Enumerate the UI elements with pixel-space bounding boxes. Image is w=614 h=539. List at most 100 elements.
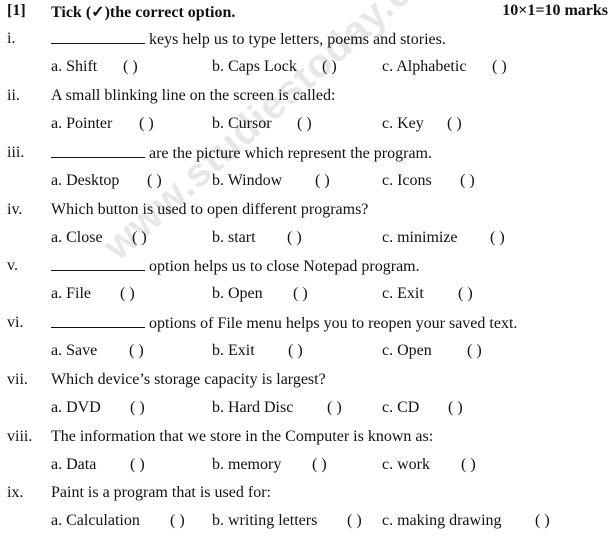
tick-box[interactable]: ( )	[170, 512, 185, 530]
option-label: b. writing letters	[212, 512, 318, 529]
question-text: option helps us to close Notepad program…	[51, 257, 420, 276]
question-text-content: options of File menu helps you to reopen…	[149, 315, 518, 332]
tick-box[interactable]: ( )	[312, 456, 327, 474]
option-label: c. Open	[382, 342, 432, 359]
options-row: a. File ( ) b. Open ( ) c. Exit ( )	[0, 285, 614, 307]
tick-box[interactable]: ( )	[288, 342, 303, 360]
option-label: b. Caps Lock	[212, 58, 297, 75]
options-row: a. Save ( ) b. Exit ( ) c. Open ( )	[0, 342, 614, 364]
tick-box[interactable]: ( )	[132, 229, 147, 247]
tick-box[interactable]: ( )	[287, 229, 302, 247]
tick-box[interactable]: ( )	[129, 342, 144, 360]
question-number: ii.	[7, 87, 20, 104]
question-text-content: option helps us to close Notepad program…	[149, 258, 420, 275]
option-label: b. Window	[212, 172, 283, 189]
tick-box[interactable]: ( )	[297, 115, 312, 133]
question-text-content: Which device’s storage capacity is large…	[51, 371, 326, 388]
question-text: A small blinking line on the screen is c…	[51, 87, 335, 105]
option-label: c. Icons	[382, 172, 432, 189]
options-row: a. Pointer ( ) b. Cursor ( ) c. Key ( )	[0, 115, 614, 137]
question-number: v.	[7, 257, 18, 274]
tick-box[interactable]: ( )	[293, 285, 308, 303]
option-label: b. Cursor	[212, 115, 272, 132]
options-row: a. Calculation ( ) b. writing letters ( ) c.…	[0, 512, 614, 534]
option-label: c. minimize	[382, 229, 458, 246]
option-label: c. Key	[382, 115, 424, 132]
tick-box[interactable]: ( )	[147, 172, 162, 190]
option-label: a. DVD	[51, 399, 101, 416]
answer-blank[interactable]	[51, 257, 145, 271]
tick-box[interactable]: ( )	[448, 399, 463, 417]
tick-box[interactable]: ( )	[139, 115, 154, 133]
option-label: b. start	[212, 229, 256, 246]
option-label: a. Data	[51, 456, 97, 473]
tick-box[interactable]: ( )	[461, 456, 476, 474]
option-label: c. work	[382, 456, 430, 473]
section-marks: 10×1=10 marks	[502, 2, 608, 19]
answer-blank[interactable]	[51, 144, 145, 158]
option-label: c. Alphabetic	[382, 58, 467, 75]
option-label: c. Exit	[382, 285, 424, 302]
option-label: c. making drawing	[382, 512, 502, 529]
question-row: i. keys help us to type letters, poems an…	[0, 30, 614, 52]
option-label: b. Hard Disc	[212, 399, 294, 416]
question-text-content: keys help us to type letters, poems and …	[149, 31, 446, 48]
question-text: Which button is used to open different p…	[51, 201, 368, 219]
tick-box[interactable]: ( )	[347, 512, 362, 530]
question-number: vii.	[7, 371, 28, 388]
option-label: a. Close	[51, 229, 103, 246]
question-number: i.	[7, 30, 16, 47]
answer-blank[interactable]	[51, 30, 145, 44]
tick-box[interactable]: ( )	[467, 342, 482, 360]
tick-box[interactable]: ( )	[120, 285, 135, 303]
question-text: keys help us to type letters, poems and …	[51, 30, 446, 49]
options-row: a. Desktop ( ) b. Window ( ) c. Icons ( )	[0, 172, 614, 194]
question-row: iv. Which button is used to open differen…	[0, 201, 614, 223]
option-label: a. Pointer	[51, 115, 113, 132]
question-text-content: are the picture which represent the prog…	[149, 145, 432, 162]
options-row: a. Shift ( ) b. Caps Lock ( ) c. Alphabetic (…	[0, 58, 614, 80]
question-text-content: The information that we store in the Com…	[51, 428, 434, 445]
option-label: c. CD	[382, 399, 420, 416]
option-label: a. Shift	[51, 58, 98, 75]
option-label: b. Open	[212, 285, 263, 302]
question-row: vi. options of File menu helps you to reo…	[0, 314, 614, 336]
question-row: vii. Which device’s storage capacity is l…	[0, 371, 614, 393]
question-row: iii. are the picture which represent the …	[0, 144, 614, 166]
question-number: iv.	[7, 201, 23, 218]
option-label: b. memory	[212, 456, 282, 473]
question-row: v. option helps us to close Notepad progr…	[0, 257, 614, 279]
options-row: a. Close ( ) b. start ( ) c. minimize ( )	[0, 229, 614, 251]
answer-blank[interactable]	[51, 314, 145, 328]
tick-box[interactable]: ( )	[490, 229, 505, 247]
tick-box[interactable]: ( )	[123, 58, 138, 76]
question-row: ix. Paint is a program that is used for:	[0, 484, 614, 506]
tick-box[interactable]: ( )	[447, 115, 462, 133]
option-label: a. File	[51, 285, 91, 302]
question-row: ii. A small blinking line on the screen i…	[0, 87, 614, 109]
section-header: [1] Tick (✓)the correct option. 10×1=10 …	[0, 2, 614, 22]
tick-box[interactable]: ( )	[315, 172, 330, 190]
option-label: a. Save	[51, 342, 98, 359]
tick-box[interactable]: ( )	[460, 172, 475, 190]
tick-box[interactable]: ( )	[535, 512, 550, 530]
options-row: a. Data ( ) b. memory ( ) c. work ( )	[0, 456, 614, 478]
section-number: [1]	[7, 2, 26, 19]
question-text: The information that we store in the Com…	[51, 428, 433, 446]
question-row: viii. The information that we store in th…	[0, 428, 614, 450]
options-row: a. DVD ( ) b. Hard Disc ( ) c. CD ( )	[0, 399, 614, 421]
tick-box[interactable]: ( )	[322, 58, 337, 76]
question-text: are the picture which represent the prog…	[51, 144, 432, 163]
tick-box[interactable]: ( )	[327, 399, 342, 417]
option-label: a. Calculation	[51, 512, 140, 529]
tick-box[interactable]: ( )	[130, 399, 145, 417]
question-number: viii.	[7, 428, 33, 445]
tick-box[interactable]: ( )	[492, 58, 507, 76]
question-number: ix.	[7, 484, 24, 501]
tick-box[interactable]: ( )	[458, 285, 473, 303]
question-number: vi.	[7, 314, 24, 331]
question-text-content: Which button is used to open different p…	[51, 201, 369, 218]
question-text: Paint is a program that is used for:	[51, 484, 271, 502]
tick-box[interactable]: ( )	[130, 456, 145, 474]
question-text-content: A small blinking line on the screen is c…	[51, 87, 336, 104]
